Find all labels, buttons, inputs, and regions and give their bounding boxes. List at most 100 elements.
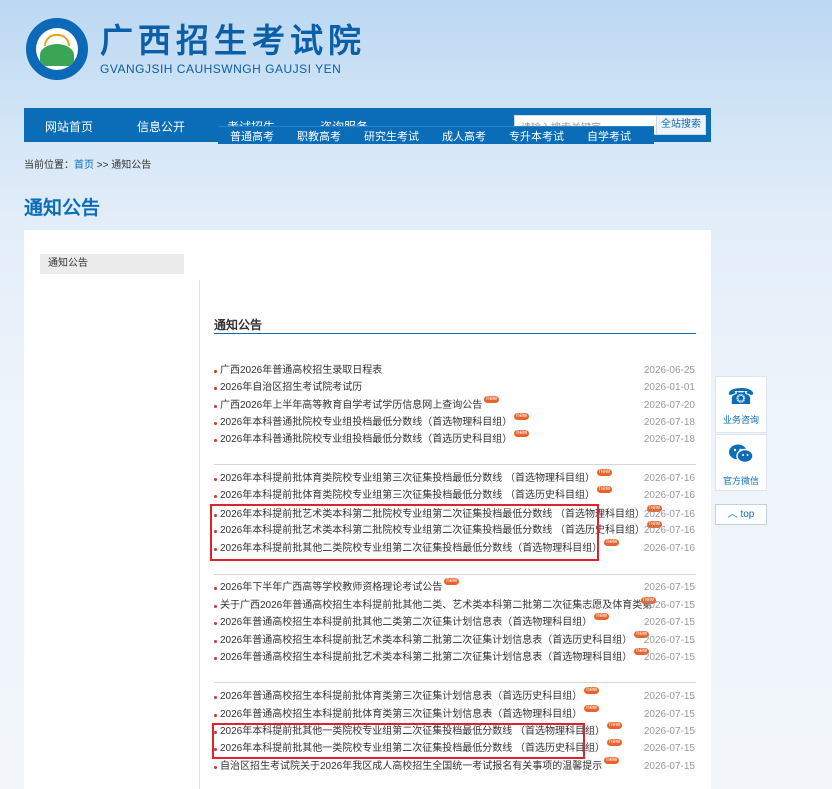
bullet (214, 696, 217, 699)
new-badge: new (444, 578, 460, 585)
consult-widget[interactable]: ☎ 业务咨询 (715, 376, 767, 433)
new-badge: new (597, 469, 613, 476)
sidebar-item-notice[interactable]: 通知公告 (40, 254, 184, 274)
search-button[interactable]: 全站搜索 (656, 115, 706, 135)
list-item-title[interactable]: 2026年普通高校招生本科提前批艺术类本科第二批第二次征集计划信息表（首选历史科… (220, 631, 650, 649)
list-item[interactable]: 2026年本科提前批体育类院校专业组第三次征集投档最低分数线 （首选历史科目组）… (214, 486, 696, 504)
wechat-widget[interactable]: 官方微信 (715, 434, 767, 491)
new-badge: new (584, 687, 600, 694)
new-badge: new (514, 430, 530, 437)
bullet (214, 605, 217, 608)
bullet (214, 478, 217, 481)
list-item-title[interactable]: 2026年普通高校招生本科提前批艺术类本科第二批第二次征集计划信息表（首选物理科… (220, 648, 650, 666)
brand: 广西招生考试院 GVANGJSIH CAUHSWNGH GAUJSI YEN (100, 22, 366, 77)
list-item-title[interactable]: 自治区招生考试院关于2026年我区成人高校招生全国统一考试报名有关事项的温馨提示… (220, 757, 620, 775)
list-item-date: 2026-07-16 (643, 543, 695, 554)
list-item-title[interactable]: 广西2026年上半年高等教育自学考试学历信息网上查询公告new (220, 396, 500, 414)
nav-submenu: 普通高考 职教高考 研究生考试 成人高考 专升本考试 自学考试 (218, 126, 654, 144)
consult-label: 业务咨询 (722, 415, 759, 425)
bullet (214, 422, 217, 425)
new-badge: new (604, 757, 620, 764)
back-to-top-button[interactable]: ︿ top (715, 504, 767, 525)
list-item[interactable]: 自治区招生考试院关于2026年我区成人高校招生全国统一考试报名有关事项的温馨提示… (214, 757, 696, 775)
list-item-title[interactable]: 2026年下半年广西高等学校教师资格理论考试公告new (220, 578, 460, 596)
wechat-icon (716, 443, 766, 470)
submenu-item[interactable]: 成人高考 (442, 128, 486, 144)
list-item-date: 2026-07-15 (643, 726, 695, 737)
submenu-item[interactable]: 自学考试 (587, 128, 631, 144)
group-divider (214, 682, 696, 683)
bullet (214, 657, 217, 660)
breadcrumb-label: 当前位置： (24, 160, 74, 171)
list-item[interactable]: 2026年本科普通批院校专业组投档最低分数线（首选历史科目组）new 2026-0… (214, 430, 696, 448)
breadcrumb-current: 通知公告 (111, 160, 152, 171)
highlight-box (212, 723, 585, 759)
bullet (214, 640, 217, 643)
highlight-box (210, 504, 599, 561)
list-item[interactable]: 广西2026年普通高校招生录取日程表 2026-06-25 (214, 363, 696, 379)
site-header: 广西招生考试院 GVANGJSIH CAUHSWNGH GAUJSI YEN (26, 18, 366, 80)
list-item-date: 2026-07-15 (643, 761, 695, 772)
list-item[interactable]: 关于广西2026年普通高校招生本科提前批其他二类、艺术类本科第二批第二次征集志愿… (214, 597, 696, 614)
bullet (214, 622, 217, 625)
list-item-title[interactable]: 2026年本科提前批体育类院校专业组第三次征集投档最低分数线 （首选物理科目组）… (220, 469, 613, 487)
phone-icon: ☎ (727, 384, 755, 409)
list-item[interactable]: 2026年下半年广西高等学校教师资格理论考试公告new 2026-07-15 (214, 578, 696, 596)
group-divider (214, 464, 696, 465)
list-item-title[interactable]: 2026年普通高校招生本科提前批体育类第三次征集计划信息表（首选物理科目组）ne… (220, 705, 600, 723)
section-underline (214, 333, 696, 334)
list-item-date: 2026-07-16 (643, 525, 695, 536)
new-badge: new (484, 396, 500, 403)
list-item-title[interactable]: 关于广西2026年普通高校招生本科提前批其他二类、艺术类本科第二批第二次征集志愿… (220, 598, 652, 614)
nav-item-info[interactable]: 信息公开 (137, 118, 185, 135)
list-item-title[interactable]: 2026年普通高校招生本科提前批其他二类第二次征集计划信息表（首选物理科目组）n… (220, 613, 610, 631)
list-item-title[interactable]: 2026年普通高校招生本科提前批体育类第三次征集计划信息表（首选历史科目组）ne… (220, 687, 600, 705)
list-item-title[interactable]: 2026年本科普通批院校专业组投档最低分数线（首选物理科目组）new (220, 413, 530, 431)
list-item-date: 2026-07-15 (643, 709, 695, 720)
list-item-date: 2026-07-15 (643, 691, 695, 702)
new-badge: new (597, 486, 613, 493)
panel-divider (199, 280, 200, 789)
list-item[interactable]: 2026年自治区招生考试院考试历 2026-01-01 (214, 380, 696, 396)
new-badge: new (607, 722, 623, 729)
back-to-top-label: top (740, 509, 755, 520)
list-item[interactable]: 2026年本科提前批体育类院校专业组第三次征集投档最低分数线 （首选物理科目组）… (214, 469, 696, 487)
list-item-date: 2026-07-20 (643, 400, 695, 411)
new-badge: new (607, 739, 623, 746)
submenu-item[interactable]: 研究生考试 (364, 128, 419, 144)
list-item-title[interactable]: 广西2026年普通高校招生录取日程表 (220, 363, 382, 379)
list-item[interactable]: 2026年普通高校招生本科提前批艺术类本科第二批第二次征集计划信息表（首选历史科… (214, 631, 696, 649)
list-item[interactable]: 广西2026年上半年高等教育自学考试学历信息网上查询公告new 2026-07-2… (214, 396, 696, 414)
submenu-item[interactable]: 普通高考 (230, 128, 274, 144)
new-badge: new (594, 613, 610, 620)
site-logo-icon[interactable] (26, 18, 88, 80)
new-badge: new (604, 539, 620, 546)
submenu-item[interactable]: 职教高考 (297, 128, 341, 144)
list-item-title[interactable]: 2026年本科提前批体育类院校专业组第三次征集投档最低分数线 （首选历史科目组）… (220, 486, 613, 504)
list-item-date: 2026-07-15 (643, 582, 695, 593)
list-item-date: 2026-07-15 (643, 652, 695, 663)
list-item[interactable]: 2026年普通高校招生本科提前批其他二类第二次征集计划信息表（首选物理科目组）n… (214, 613, 696, 631)
list-item[interactable]: 2026年普通高校招生本科提前批体育类第三次征集计划信息表（首选历史科目组）ne… (214, 687, 696, 705)
bullet (214, 714, 217, 717)
site-title[interactable]: 广西招生考试院 (100, 22, 366, 60)
list-item-date: 2026-01-01 (643, 382, 695, 393)
list-item-title[interactable]: 2026年自治区招生考试院考试历 (220, 380, 362, 396)
list-item-date: 2026-07-18 (643, 434, 695, 445)
list-item[interactable]: 2026年本科普通批院校专业组投档最低分数线（首选物理科目组）new 2026-0… (214, 413, 696, 431)
list-item[interactable]: 2026年普通高校招生本科提前批体育类第三次征集计划信息表（首选物理科目组）ne… (214, 705, 696, 723)
submenu-item[interactable]: 专升本考试 (509, 128, 564, 144)
wechat-label: 官方微信 (722, 476, 759, 486)
breadcrumb: 当前位置：首页 >> 通知公告 (24, 156, 151, 171)
nav-item-home[interactable]: 网站首页 (45, 118, 93, 135)
bullet (214, 495, 217, 498)
logo-hill (40, 44, 74, 66)
breadcrumb-sep: >> (96, 160, 109, 171)
bullet (214, 766, 217, 769)
list-item[interactable]: 2026年普通高校招生本科提前批艺术类本科第二批第二次征集计划信息表（首选物理科… (214, 648, 696, 666)
list-item-date: 2026-07-16 (643, 473, 695, 484)
breadcrumb-home[interactable]: 首页 (74, 160, 94, 171)
list-item-date: 2026-07-15 (643, 617, 695, 628)
list-item-title[interactable]: 2026年本科普通批院校专业组投档最低分数线（首选历史科目组）new (220, 430, 530, 448)
site-title-en: GVANGJSIH CAUHSWNGH GAUJSI YEN (100, 62, 342, 76)
